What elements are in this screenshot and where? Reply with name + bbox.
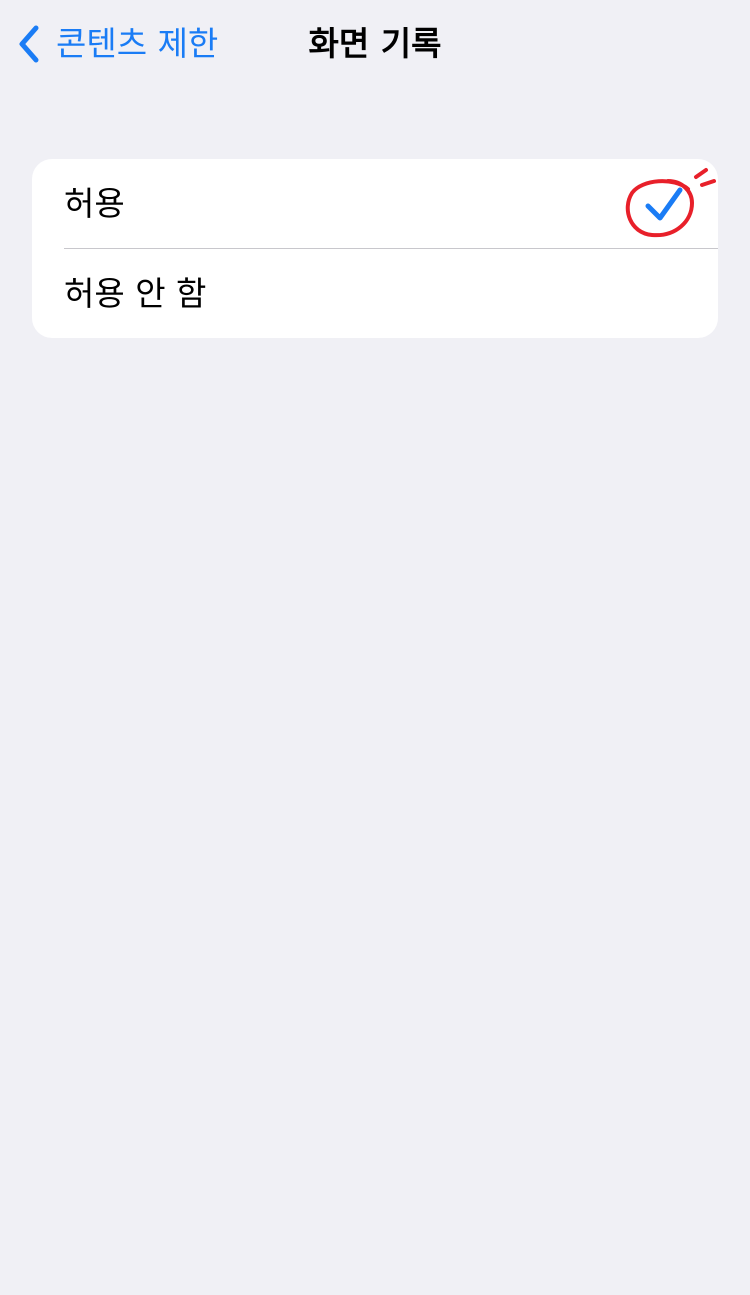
selected-indicator [622, 163, 718, 247]
option-disallow-label: 허용 안 함 [64, 274, 207, 313]
option-allow-label: 허용 [64, 184, 125, 223]
option-allow[interactable]: 허용 [32, 159, 718, 248]
options-group: 허용 허용 안 함 [32, 159, 718, 338]
option-disallow[interactable]: 허용 안 함 [32, 249, 718, 338]
navigation-bar: 콘텐츠 제한 화면 기록 [0, 0, 750, 88]
page-title: 화면 기록 [308, 24, 442, 63]
checkmark-icon [645, 187, 683, 221]
